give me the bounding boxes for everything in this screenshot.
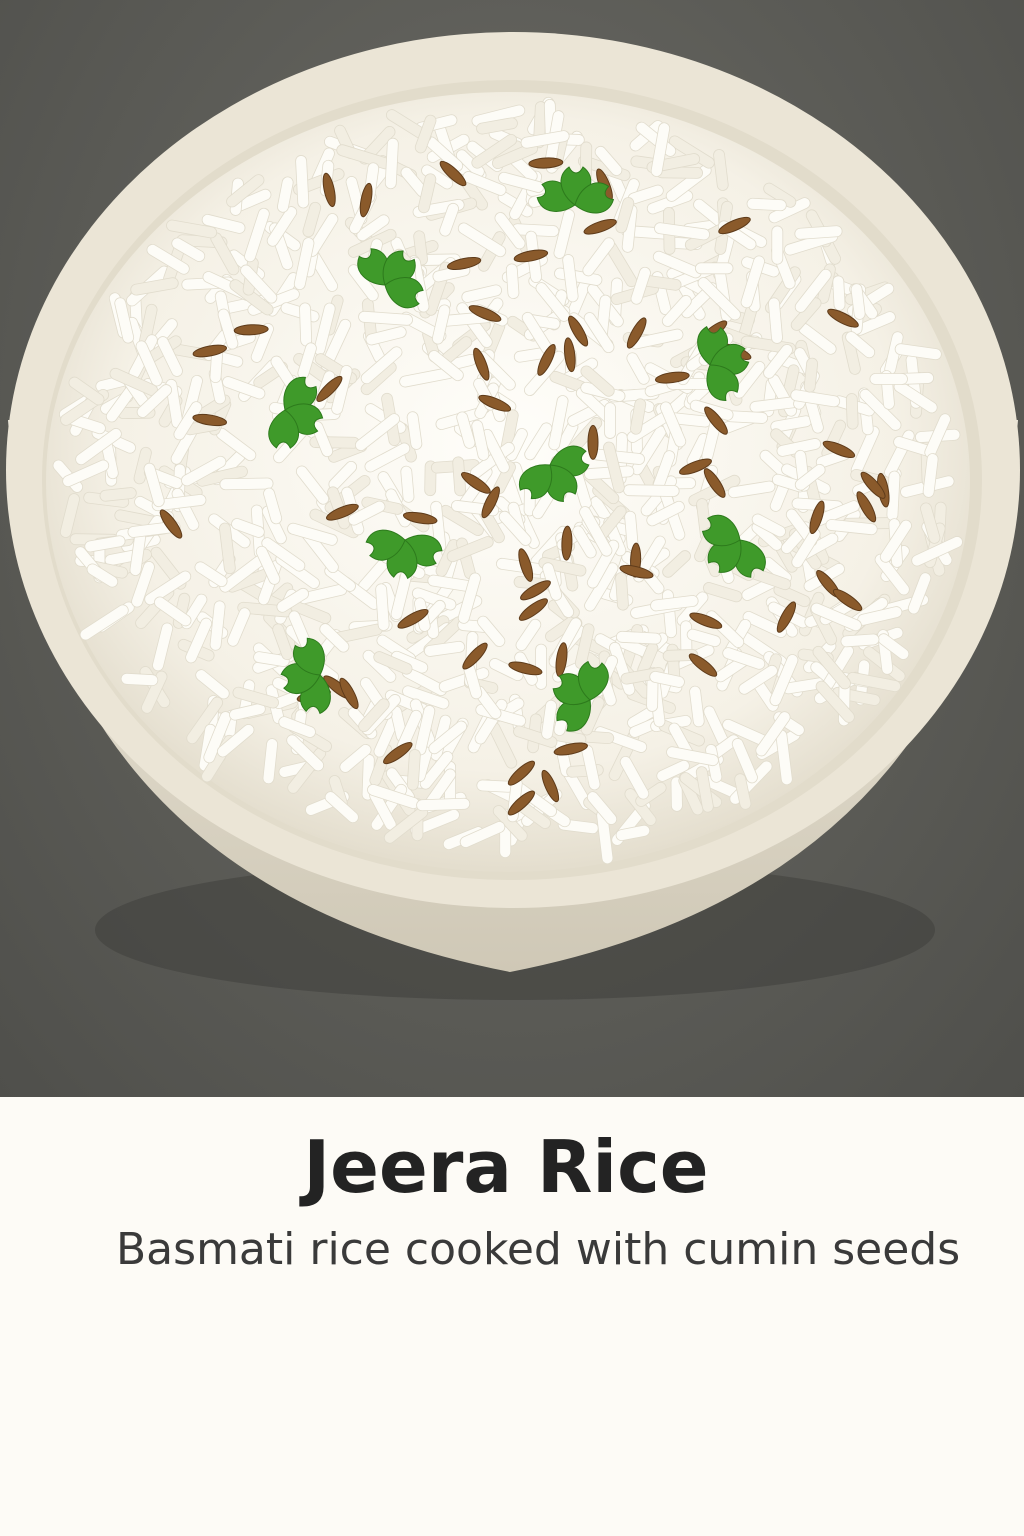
rice-grain <box>694 262 734 275</box>
rice-grain <box>869 373 908 385</box>
rice-grain <box>505 263 520 299</box>
rice-grain <box>746 197 787 212</box>
dish-photo <box>0 0 1024 1097</box>
rice-grain <box>840 633 880 648</box>
rice-grain <box>535 643 547 690</box>
dish-subtitle: Basmati rice cooked with cumin seeds <box>116 1224 961 1275</box>
rice-grain <box>845 393 859 430</box>
rice-grain <box>384 137 399 190</box>
rice-grain <box>299 302 313 347</box>
rice-grain <box>615 572 629 611</box>
rice-grain <box>120 672 159 687</box>
dish-title: Jeera Rice <box>303 1125 709 1209</box>
rice-grain <box>623 484 680 497</box>
rice-grain <box>832 275 846 311</box>
rice-grain <box>295 155 310 209</box>
cumin-seed <box>587 424 599 460</box>
rice-grain <box>615 630 662 645</box>
rice-grain <box>604 402 616 439</box>
rice-grain <box>416 797 471 812</box>
rice-bowl-illustration <box>6 32 1020 1000</box>
rice-grain <box>219 477 274 491</box>
rice-grain <box>771 225 784 265</box>
rice-grain <box>406 749 421 791</box>
